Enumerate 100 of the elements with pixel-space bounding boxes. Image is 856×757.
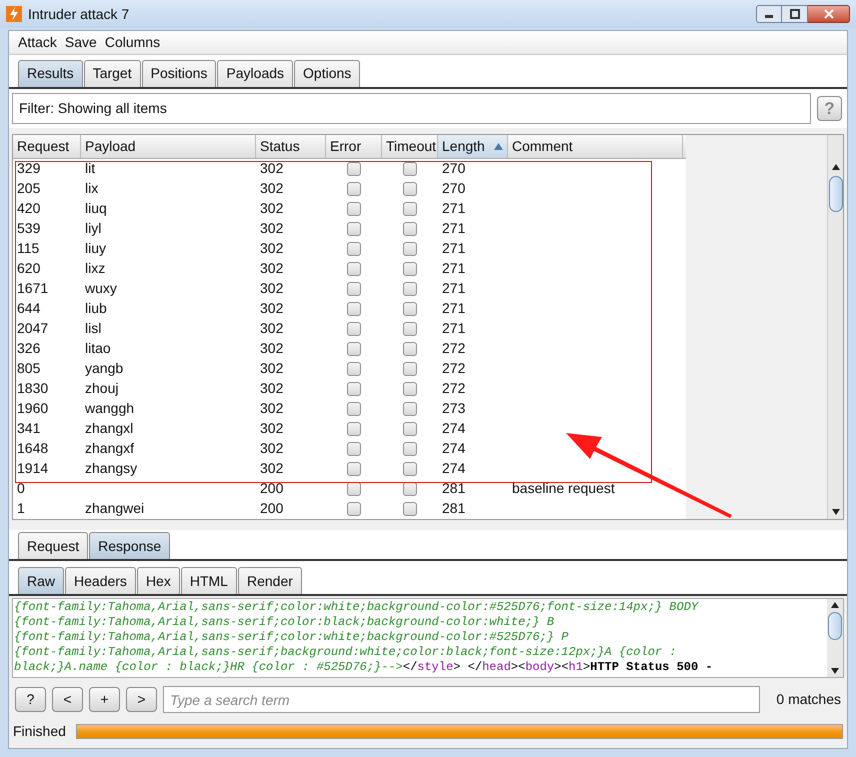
column-header[interactable]: Payload bbox=[81, 134, 256, 158]
checkbox[interactable] bbox=[403, 222, 417, 236]
checkbox[interactable] bbox=[403, 502, 417, 516]
checkbox[interactable] bbox=[403, 262, 417, 276]
search-nav-button[interactable]: ? bbox=[15, 687, 46, 712]
table-cell-text: wanggh bbox=[84, 399, 136, 418]
filter-bar[interactable]: Filter: Showing all items bbox=[12, 92, 811, 124]
search-nav-button[interactable]: < bbox=[52, 687, 83, 712]
checkbox[interactable] bbox=[347, 502, 361, 516]
table-cell-text: 274 bbox=[441, 459, 466, 478]
table-cell-text: 1960 bbox=[16, 399, 50, 418]
scroll-down-icon bbox=[831, 668, 839, 674]
minimize-button[interactable] bbox=[756, 5, 782, 23]
checkbox[interactable] bbox=[403, 402, 417, 416]
checkbox[interactable] bbox=[403, 182, 417, 196]
table-cell-text: liuy bbox=[84, 239, 108, 258]
close-button[interactable] bbox=[808, 5, 850, 23]
tab[interactable]: Headers bbox=[65, 567, 136, 594]
checkbox[interactable] bbox=[403, 342, 417, 356]
tab[interactable]: Target bbox=[84, 60, 141, 87]
table-cell-text: 302 bbox=[259, 199, 284, 218]
search-field[interactable]: Type a search term bbox=[163, 686, 760, 713]
tab[interactable]: Response bbox=[89, 532, 170, 560]
table-cell-text: 302 bbox=[259, 339, 284, 358]
column-header[interactable]: Error bbox=[326, 134, 382, 158]
checkbox[interactable] bbox=[347, 242, 361, 256]
checkbox[interactable] bbox=[347, 162, 361, 176]
table-cell-text: 302 bbox=[259, 279, 284, 298]
checkbox[interactable] bbox=[403, 482, 417, 496]
checkbox[interactable] bbox=[347, 402, 361, 416]
checkbox[interactable] bbox=[347, 322, 361, 336]
table-cell-text: wuxy bbox=[84, 279, 118, 298]
checkbox[interactable] bbox=[403, 202, 417, 216]
status-text: Finished bbox=[13, 722, 66, 741]
table-cell-text: 272 bbox=[441, 339, 466, 358]
checkbox[interactable] bbox=[403, 282, 417, 296]
checkbox[interactable] bbox=[347, 382, 361, 396]
scroll-thumb[interactable] bbox=[828, 612, 842, 640]
checkbox[interactable] bbox=[403, 382, 417, 396]
table-cell-text: 270 bbox=[441, 179, 466, 198]
menu-item[interactable]: Attack bbox=[18, 32, 57, 53]
table-cell-text: 274 bbox=[441, 419, 466, 438]
checkbox[interactable] bbox=[347, 342, 361, 356]
tab[interactable]: Raw bbox=[18, 567, 64, 594]
scroll-down-icon bbox=[832, 509, 840, 516]
checkbox[interactable] bbox=[403, 442, 417, 456]
maximize-icon bbox=[790, 9, 800, 19]
table-cell-text: lix bbox=[84, 179, 100, 198]
checkbox[interactable] bbox=[347, 362, 361, 376]
checkbox[interactable] bbox=[347, 462, 361, 476]
column-header[interactable]: Length bbox=[438, 134, 508, 158]
checkbox[interactable] bbox=[347, 182, 361, 196]
lightning-icon bbox=[6, 6, 22, 22]
checkbox[interactable] bbox=[347, 422, 361, 436]
column-header[interactable]: Request bbox=[13, 134, 81, 158]
scroll-thumb[interactable] bbox=[828, 176, 842, 212]
checkbox[interactable] bbox=[347, 442, 361, 456]
checkbox[interactable] bbox=[347, 262, 361, 276]
scrollbar[interactable] bbox=[827, 134, 843, 520]
search-nav-button[interactable]: + bbox=[89, 687, 120, 712]
table-cell-text: zhangsy bbox=[84, 459, 138, 478]
table-cell-text: 302 bbox=[259, 439, 284, 458]
table-cell-text: 1648 bbox=[16, 439, 50, 458]
checkbox[interactable] bbox=[403, 242, 417, 256]
column-header[interactable]: Comment bbox=[508, 134, 683, 158]
tab[interactable]: Render bbox=[238, 567, 302, 594]
checkbox[interactable] bbox=[403, 322, 417, 336]
table-cell-text: liub bbox=[84, 299, 108, 318]
table-cell-text: 271 bbox=[441, 239, 466, 258]
checkbox[interactable] bbox=[403, 362, 417, 376]
tab[interactable]: Options bbox=[294, 60, 360, 87]
checkbox[interactable] bbox=[347, 202, 361, 216]
checkbox[interactable] bbox=[347, 222, 361, 236]
table-cell-text: 281 bbox=[441, 479, 466, 498]
menu-item[interactable]: Columns bbox=[104, 32, 160, 53]
tab[interactable]: Results bbox=[18, 60, 83, 87]
table-cell-text: liyl bbox=[84, 219, 102, 238]
search-nav-button[interactable]: > bbox=[126, 687, 157, 712]
checkbox[interactable] bbox=[347, 302, 361, 316]
table-cell-text: 302 bbox=[259, 379, 284, 398]
checkbox[interactable] bbox=[347, 482, 361, 496]
maximize-button[interactable] bbox=[782, 5, 808, 23]
checkbox[interactable] bbox=[403, 462, 417, 476]
table-cell-text: 270 bbox=[441, 159, 466, 178]
checkbox[interactable] bbox=[403, 302, 417, 316]
menu-item[interactable]: Save bbox=[64, 32, 97, 53]
tab[interactable]: Payloads bbox=[217, 60, 294, 87]
scrollbar[interactable] bbox=[827, 599, 843, 677]
table-cell-text: 302 bbox=[259, 219, 284, 238]
table-cell-text: 341 bbox=[16, 419, 42, 438]
table-cell-text: lisl bbox=[84, 319, 102, 338]
tab[interactable]: Request bbox=[18, 532, 88, 560]
tab[interactable]: Positions bbox=[142, 60, 216, 87]
column-header[interactable]: Status bbox=[256, 134, 326, 158]
checkbox[interactable] bbox=[403, 162, 417, 176]
tab[interactable]: HTML bbox=[180, 567, 237, 594]
tab[interactable]: Hex bbox=[136, 567, 180, 594]
checkbox[interactable] bbox=[403, 422, 417, 436]
table-cell-text: 620 bbox=[16, 259, 42, 278]
checkbox[interactable] bbox=[347, 282, 361, 296]
